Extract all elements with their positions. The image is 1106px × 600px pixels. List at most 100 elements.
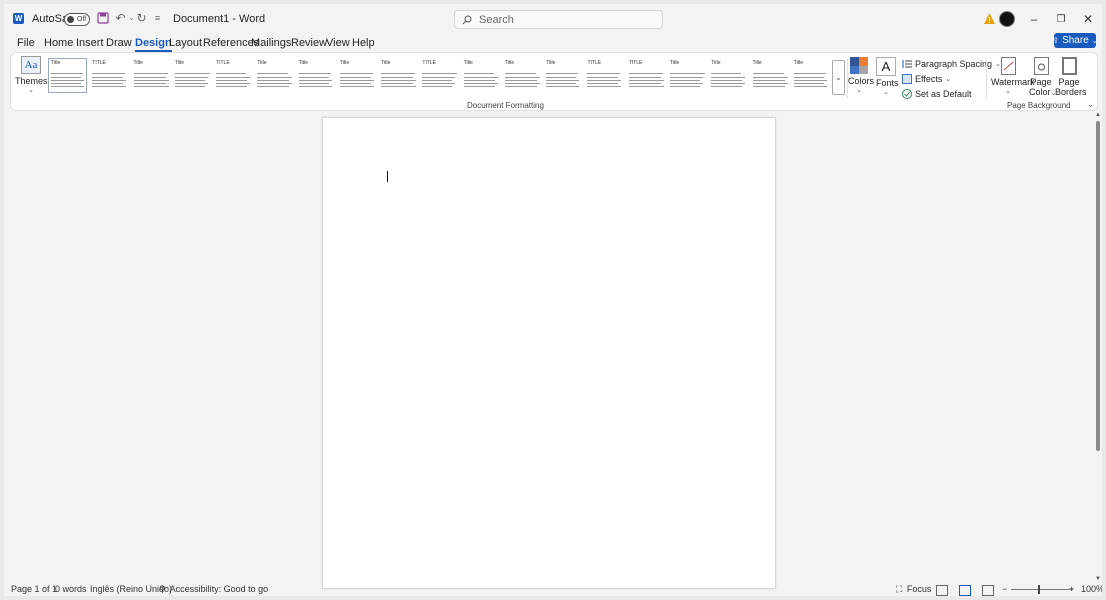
search-box[interactable]: Search <box>454 10 663 29</box>
vertical-scrollbar[interactable]: ▲ ▼ <box>1094 111 1102 583</box>
style-set-thumbnail[interactable]: Title <box>666 58 707 93</box>
print-layout-icon[interactable] <box>959 585 971 596</box>
focus-button[interactable]: ⛶ Focus <box>896 583 931 596</box>
zoom-in-icon[interactable]: + <box>1069 583 1074 596</box>
tab-layout[interactable]: Layout <box>169 34 202 52</box>
style-set-preview-line <box>504 86 537 87</box>
style-set-thumbnail[interactable]: Title <box>171 58 212 93</box>
page-info[interactable]: Page 1 of 1 <box>11 583 57 596</box>
themes-button[interactable]: Aa Themes ⌄ <box>15 56 48 94</box>
close-button[interactable]: ✕ <box>1074 4 1102 34</box>
tab-home[interactable]: Home <box>44 34 73 52</box>
page-background-group-label: Page Background <box>1007 101 1071 110</box>
style-set-title: Title <box>51 60 61 66</box>
toggle-knob <box>67 16 74 23</box>
style-set-thumbnail[interactable]: Title <box>708 58 748 93</box>
style-set-thumbnail[interactable]: TITLE <box>584 58 624 93</box>
restore-button[interactable]: ❐ <box>1047 4 1075 34</box>
warning-icon[interactable] <box>983 12 996 25</box>
style-set-preview-line <box>298 83 329 84</box>
tab-insert[interactable]: Insert <box>76 34 104 52</box>
style-set-preview-line <box>669 77 703 78</box>
accessibility-icon: ⚲ <box>159 584 166 594</box>
web-layout-icon[interactable] <box>982 585 994 596</box>
scroll-down-icon[interactable]: ▼ <box>1094 575 1102 583</box>
tab-mailings[interactable]: Mailings <box>251 34 291 52</box>
gallery-more-button[interactable]: ⌄ <box>832 60 845 95</box>
watermark-button[interactable]: Watermark ⌄ <box>991 57 1035 95</box>
style-set-preview-line <box>793 83 824 84</box>
style-set-preview-line <box>628 80 664 81</box>
chevron-down-icon: ⌄ <box>856 87 862 94</box>
style-set-preview-line <box>587 80 622 81</box>
style-set-preview-line <box>463 73 494 74</box>
style-set-title: Title <box>752 60 762 66</box>
style-set-thumbnail[interactable]: Title <box>501 58 542 93</box>
fonts-button[interactable]: A Fonts ⌄ <box>876 57 899 96</box>
style-set-preview-line <box>216 83 251 84</box>
style-set-preview-line <box>51 86 84 87</box>
text-cursor <box>387 171 388 182</box>
style-set-title: TITLE <box>92 60 106 66</box>
title-bar: W AutoSave Off ↶ ⌄ ↻ ≡ Document1 - Word … <box>4 4 1102 34</box>
zoom-slider-track[interactable] <box>1011 589 1073 590</box>
style-set-preview-line <box>381 73 416 74</box>
style-set-thumbnail[interactable]: Title <box>130 58 170 93</box>
style-set-preview-line <box>339 77 371 78</box>
chevron-down-icon: ⌄ <box>28 87 34 94</box>
user-avatar[interactable] <box>999 11 1015 27</box>
autosave-toggle[interactable]: Off <box>64 13 90 26</box>
tab-file[interactable]: File <box>17 34 35 52</box>
collapse-ribbon-icon[interactable]: ⌄ <box>1087 100 1094 109</box>
customize-qat-icon[interactable]: ≡ <box>151 12 164 25</box>
style-set-thumbnail[interactable]: TITLE <box>89 58 129 93</box>
minimize-button[interactable]: – <box>1020 4 1048 34</box>
save-icon[interactable] <box>96 12 109 25</box>
style-set-thumbnail[interactable]: TITLE <box>625 58 665 93</box>
word-count[interactable]: 0 words <box>55 583 87 596</box>
tab-help[interactable]: Help <box>352 34 375 52</box>
style-set-preview-line <box>463 77 498 78</box>
style-set-preview-line <box>257 77 293 78</box>
colors-button[interactable]: Colors ⌄ <box>848 57 874 94</box>
page-borders-button[interactable]: Page Borders <box>1055 57 1087 97</box>
redo-icon[interactable]: ↻ <box>135 12 148 25</box>
style-set-preview-line <box>51 73 83 74</box>
style-set-title: Title <box>463 60 473 66</box>
style-set-preview-line <box>51 83 81 84</box>
scroll-up-icon[interactable]: ▲ <box>1094 111 1102 119</box>
tab-draw[interactable]: Draw <box>106 34 132 52</box>
style-set-preview-line <box>422 73 458 74</box>
document-title: Document1 - Word <box>173 13 266 25</box>
accessibility-status[interactable]: ⚲ Accessibility: Good to go <box>159 583 268 596</box>
style-set-thumbnail[interactable]: Title <box>48 58 88 93</box>
style-set-preview-line <box>752 80 785 81</box>
style-set-preview-line <box>546 80 580 81</box>
zoom-out-icon[interactable]: − <box>1002 583 1007 596</box>
style-set-title: Title <box>381 60 391 66</box>
zoom-level[interactable]: 100% <box>1081 583 1102 596</box>
style-set-thumbnail[interactable]: TITLE <box>419 58 459 93</box>
scrollbar-thumb[interactable] <box>1096 121 1100 451</box>
zoom-slider-thumb[interactable] <box>1038 585 1040 594</box>
style-set-thumbnail[interactable]: Title <box>790 58 831 93</box>
style-set-thumbnail[interactable]: Title <box>295 58 335 93</box>
style-set-preview-line <box>422 83 456 84</box>
style-set-preview-line <box>339 86 374 87</box>
style-set-thumbnail[interactable]: Title <box>378 58 418 93</box>
style-set-thumbnail[interactable]: Title <box>543 58 583 93</box>
tab-review[interactable]: Review <box>291 34 327 52</box>
share-button[interactable]: ⇪ Share ⌄ <box>1052 33 1098 48</box>
style-set-thumbnail[interactable]: Title <box>254 58 294 93</box>
style-set-thumbnail[interactable]: Title <box>336 58 377 93</box>
style-set-thumbnail[interactable]: TITLE <box>213 58 253 93</box>
style-set-thumbnail[interactable]: Title <box>460 58 500 93</box>
tab-design[interactable]: Design <box>135 34 172 52</box>
style-set-thumbnail[interactable]: Title <box>749 58 789 93</box>
document-page[interactable] <box>322 117 776 589</box>
read-mode-icon[interactable] <box>936 585 948 596</box>
tab-view[interactable]: View <box>326 34 350 52</box>
page-color-button[interactable]: Page Color⌄ <box>1029 57 1056 97</box>
style-set-preview-line <box>257 73 289 74</box>
style-set-preview-line <box>422 80 453 81</box>
